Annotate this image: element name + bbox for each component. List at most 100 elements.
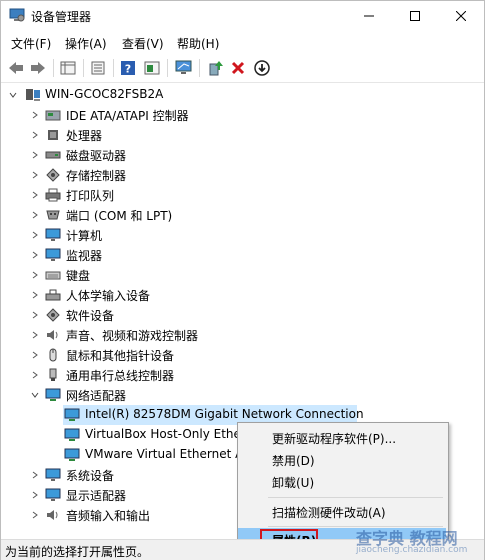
network-card-icon — [64, 408, 80, 421]
expand-chevron-icon — [32, 191, 38, 199]
scan-hardware-button[interactable] — [175, 59, 193, 77]
tree-item-monitors[interactable]: 监视器 — [1, 245, 484, 265]
minimize-button[interactable] — [346, 1, 392, 31]
tree-root[interactable]: WIN-GCOC82FSB2A — [1, 85, 484, 105]
properties-sheet-icon — [91, 61, 105, 75]
tree-item-label: Intel(R) 82578DM Gigabit Network Connect… — [85, 407, 364, 421]
tree-item-label: 音频输入和输出 — [66, 509, 151, 523]
tree-item-label: 网络适配器 — [66, 389, 127, 403]
uninstall-button[interactable] — [229, 59, 247, 77]
network-adapter-icon — [45, 388, 61, 401]
network-card-icon — [64, 428, 80, 441]
disk-drive-icon — [45, 151, 61, 159]
menu-action[interactable]: 操作(A) — [65, 35, 107, 52]
show-action-pane-button[interactable] — [143, 59, 161, 77]
hid-icon — [45, 289, 61, 301]
tree-item-ports[interactable]: 端口 (COM 和 LPT) — [1, 205, 484, 225]
status-text: 为当前的选择打开属性页。 — [5, 545, 150, 559]
tree-item-label: 计算机 — [66, 229, 103, 243]
forward-button[interactable] — [29, 59, 47, 77]
menu-bar: 文件(F) 操作(A) 查看(V) 帮助(H) — [1, 31, 484, 53]
menu-separator — [268, 497, 443, 498]
svg-text:?: ? — [125, 63, 131, 76]
menu-update-driver[interactable]: 更新驱动程序软件(P)... — [238, 426, 446, 448]
mouse-icon — [49, 348, 57, 362]
title-bar: 设备管理器 — [1, 1, 484, 31]
tree-item-label: 显示适配器 — [66, 489, 127, 503]
expand-chevron-icon — [32, 271, 38, 279]
help-toolbar-button[interactable]: ? — [119, 59, 137, 77]
expand-chevron-icon — [32, 311, 38, 319]
tree-item-print-queues[interactable]: 打印队列 — [1, 185, 484, 205]
down-arrow-circle-icon — [254, 60, 270, 76]
close-button[interactable] — [438, 1, 484, 31]
expand-chevron-icon — [32, 351, 38, 359]
tree-item-computer[interactable]: 计算机 — [1, 225, 484, 245]
collapse-chevron-icon — [31, 392, 39, 398]
expand-chevron-icon — [32, 251, 38, 259]
tree-item-hid[interactable]: 人体学输入设备 — [1, 285, 484, 305]
minimize-icon — [364, 15, 374, 17]
computer-monitor-icon — [45, 228, 61, 241]
console-tree-icon — [60, 61, 76, 75]
menu-uninstall[interactable]: 卸载(U) — [238, 470, 446, 492]
expand-chevron-icon — [32, 231, 38, 239]
tree-item-label: 键盘 — [66, 269, 91, 283]
update-driver-button[interactable] — [207, 59, 225, 77]
root-computer-name: WIN-GCOC82FSB2A — [45, 87, 164, 101]
forward-arrow-icon — [31, 62, 45, 74]
tree-item-processor[interactable]: 处理器 — [1, 125, 484, 145]
menu-file[interactable]: 文件(F) — [11, 35, 51, 52]
tree-item-disk-drives[interactable]: 磁盘驱动器 — [1, 145, 484, 165]
collapse-chevron-icon — [9, 92, 17, 98]
device-manager-icon — [9, 8, 25, 22]
red-x-icon — [231, 61, 245, 75]
tree-item-ide[interactable]: IDE ATA/ATAPI 控制器 — [1, 105, 484, 125]
tree-item-sound-video-game[interactable]: 声音、视频和游戏控制器 — [1, 325, 484, 345]
system-device-icon — [45, 468, 61, 481]
action-pane-icon — [144, 61, 160, 75]
keyboard-icon — [45, 271, 61, 280]
display-adapter-icon — [45, 488, 61, 501]
maximize-button[interactable] — [392, 1, 438, 31]
menu-scan-hardware[interactable]: 扫描检测硬件改动(A) — [238, 500, 446, 522]
properties-toolbar-button[interactable] — [89, 59, 107, 77]
tree-item-storage-controllers[interactable]: 存储控制器 — [1, 165, 484, 185]
printer-icon — [45, 188, 61, 202]
tree-item-network-adapters[interactable]: 网络适配器 — [1, 385, 484, 405]
watermark-url: jiaocheng.chazidian.com — [356, 545, 468, 555]
tree-item-software-devices[interactable]: 软件设备 — [1, 305, 484, 325]
tree-item-label: 声音、视频和游戏控制器 — [66, 329, 199, 343]
tree-item-label: 存储控制器 — [66, 169, 127, 183]
tree-item-label: 打印队列 — [66, 189, 115, 203]
network-card-icon — [64, 448, 80, 461]
expand-chevron-icon — [32, 211, 38, 219]
show-hide-console-tree-button[interactable] — [59, 59, 77, 77]
audio-icon — [47, 510, 58, 520]
menu-view[interactable]: 查看(V) — [122, 35, 164, 52]
monitor-icon — [45, 248, 61, 261]
menu-help[interactable]: 帮助(H) — [177, 35, 219, 52]
expand-chevron-icon — [32, 131, 38, 139]
expand-chevron-icon — [32, 171, 38, 179]
update-driver-icon — [209, 61, 223, 76]
software-device-icon — [46, 308, 60, 322]
tree-item-label: 处理器 — [66, 129, 103, 143]
expand-chevron-icon — [32, 151, 38, 159]
window-title: 设备管理器 — [31, 10, 92, 24]
tree-item-usb[interactable]: 通用串行总线控制器 — [1, 365, 484, 385]
menu-disable[interactable]: 禁用(D) — [238, 448, 446, 470]
expand-chevron-icon — [32, 331, 38, 339]
tree-item-keyboards[interactable]: 键盘 — [1, 265, 484, 285]
tree-item-label: 系统设备 — [66, 469, 115, 483]
back-arrow-icon — [9, 62, 23, 74]
expand-chevron-icon — [32, 471, 38, 479]
back-button[interactable] — [7, 59, 25, 77]
expand-chevron-icon — [32, 371, 38, 379]
tree-item-mice[interactable]: 鼠标和其他指针设备 — [1, 345, 484, 365]
tree-item-label: 通用串行总线控制器 — [66, 369, 175, 383]
tree-item-label: 端口 (COM 和 LPT) — [66, 209, 173, 223]
disable-device-button[interactable] — [253, 59, 271, 77]
storage-controller-icon — [46, 168, 60, 182]
usb-icon — [49, 368, 57, 381]
